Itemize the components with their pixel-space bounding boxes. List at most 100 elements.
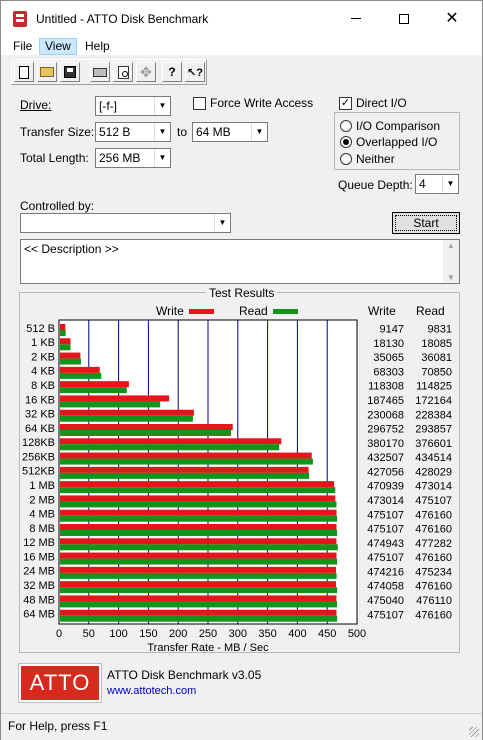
category-label: 1 MB <box>29 480 55 492</box>
atto-logo: ATTO <box>18 663 102 703</box>
category-label: 2 MB <box>29 494 55 506</box>
attos-banner: ATTO ATTO Disk Benchmark v3.05 www.attot… <box>1 662 482 711</box>
read-value: 228384 <box>415 409 452 421</box>
write-bar <box>60 352 81 359</box>
category-label: 256KB <box>22 451 55 463</box>
read-value: 475107 <box>415 495 452 507</box>
status-bar: For Help, press F1 <box>1 713 482 740</box>
x-tick-label: 50 <box>83 628 95 640</box>
read-value: 172164 <box>415 395 452 407</box>
category-label: 8 MB <box>29 523 55 535</box>
app-window: Untitled - ATTO Disk Benchmark ✕ File Vi… <box>0 0 483 740</box>
write-value: 380170 <box>367 438 404 450</box>
category-label: 48 MB <box>23 594 55 606</box>
read-bar <box>60 415 193 422</box>
write-value: 475107 <box>367 552 404 564</box>
atto-logo-text: ATTO <box>29 670 91 695</box>
write-value: 475107 <box>367 509 404 521</box>
read-value: 473014 <box>415 481 452 493</box>
write-value: 475040 <box>367 595 404 607</box>
status-text: For Help, press F1 <box>8 719 108 733</box>
write-value: 474216 <box>367 566 404 578</box>
read-bar <box>60 358 81 365</box>
read-bar <box>60 615 338 622</box>
read-bar <box>60 430 232 436</box>
resize-grip-icon[interactable] <box>469 727 479 737</box>
write-bar <box>60 395 170 402</box>
category-label: 12 MB <box>23 537 55 549</box>
read-value: 476160 <box>415 581 452 593</box>
read-bar <box>60 487 336 494</box>
category-label: 64 KB <box>25 423 55 435</box>
read-bar <box>60 401 161 408</box>
category-label: 128KB <box>22 437 55 449</box>
write-bar <box>60 424 233 430</box>
x-tick-label: 500 <box>348 628 366 640</box>
attotech-link[interactable]: www.attotech.com <box>107 685 196 697</box>
write-bar <box>60 381 129 388</box>
write-bar <box>60 438 282 445</box>
write-value: 432507 <box>367 452 404 464</box>
x-tick-label: 400 <box>288 628 306 640</box>
write-value: 427056 <box>367 466 404 478</box>
x-tick-label: 250 <box>199 628 217 640</box>
read-bar <box>60 387 127 394</box>
read-bar <box>60 601 338 608</box>
write-bar <box>60 595 337 602</box>
read-bar <box>60 344 71 351</box>
x-tick-label: 300 <box>229 628 247 640</box>
write-value: 35065 <box>373 352 404 364</box>
read-value: 476160 <box>415 524 452 536</box>
category-label: 64 MB <box>23 609 55 621</box>
read-value: 293857 <box>415 424 452 436</box>
category-label: 4 KB <box>31 366 55 378</box>
write-bar <box>60 495 336 502</box>
category-label: 2 KB <box>31 351 55 363</box>
x-tick-label: 450 <box>318 628 336 640</box>
write-bar <box>60 552 337 559</box>
x-tick-label: 350 <box>258 628 276 640</box>
read-bar <box>60 501 337 508</box>
read-bar <box>60 472 310 479</box>
x-tick-label: 200 <box>169 628 187 640</box>
write-bar <box>60 524 337 530</box>
write-bar <box>60 481 335 488</box>
write-value: 474058 <box>367 581 404 593</box>
write-value: 187465 <box>367 395 404 407</box>
write-value: 9147 <box>380 324 404 336</box>
write-bar <box>60 538 337 545</box>
read-bar <box>60 444 280 451</box>
read-value: 36081 <box>421 352 452 364</box>
write-value: 473014 <box>367 495 404 507</box>
write-value: 230068 <box>367 409 404 421</box>
write-bar <box>60 409 194 416</box>
read-value: 476160 <box>415 552 452 564</box>
read-bar <box>60 458 313 465</box>
read-bar <box>60 587 338 594</box>
read-value: 434514 <box>415 452 452 464</box>
write-bar <box>60 609 337 616</box>
write-value: 475107 <box>367 524 404 536</box>
category-label: 4 MB <box>29 509 55 521</box>
read-value: 428029 <box>415 466 452 478</box>
category-label: 24 MB <box>23 566 55 578</box>
transfer-rate-chart: 512 B 9147 9831 1 KB 18130 18085 2 KB 35065 3608… <box>22 319 452 654</box>
read-bar <box>60 372 102 379</box>
write-bar <box>60 566 337 573</box>
read-bar <box>60 572 337 579</box>
write-bar <box>60 466 309 473</box>
app-version: ATTO Disk Benchmark v3.05 <box>107 668 262 682</box>
x-tick-label: 100 <box>109 628 127 640</box>
category-label: 512KB <box>22 466 55 478</box>
category-label: 512 B <box>26 323 55 335</box>
read-value: 376601 <box>415 438 452 450</box>
read-value: 9831 <box>428 324 452 336</box>
x-tick-label: 0 <box>56 628 62 640</box>
read-bar <box>60 544 338 551</box>
read-bar <box>60 558 338 565</box>
read-value: 476160 <box>415 509 452 521</box>
write-bar <box>60 509 337 516</box>
read-value: 475234 <box>415 566 452 578</box>
category-label: 16 KB <box>25 394 55 406</box>
category-label: 1 KB <box>31 337 55 349</box>
